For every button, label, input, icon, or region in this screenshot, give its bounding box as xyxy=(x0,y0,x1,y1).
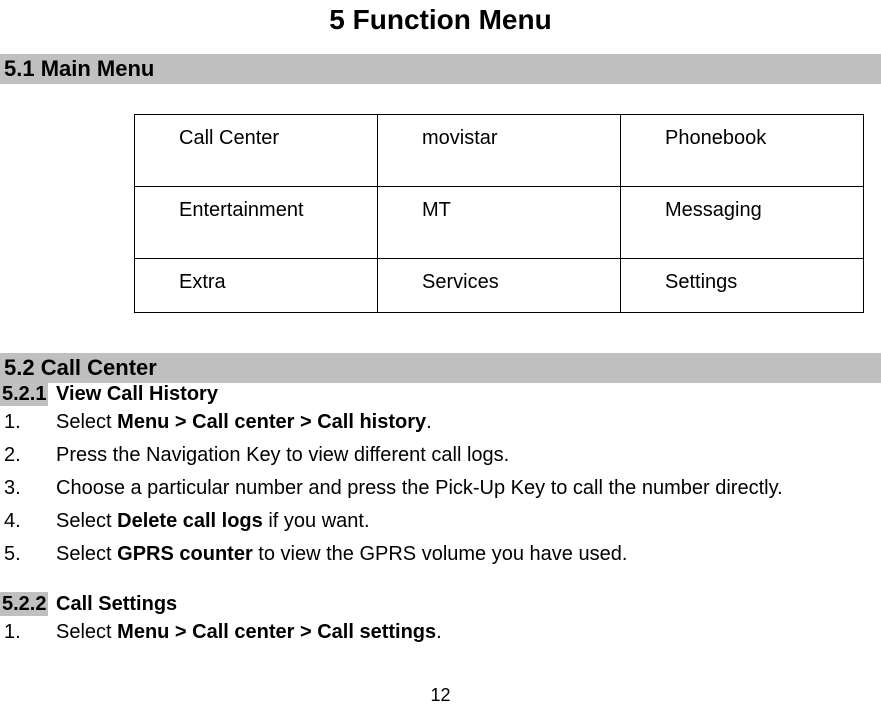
list-item: 3. Choose a particular number and press … xyxy=(0,472,881,505)
steps-list-5-2-2: 1. Select Menu > Call center > Call sett… xyxy=(0,616,881,649)
step-number: 2. xyxy=(4,442,56,469)
step-number: 1. xyxy=(4,619,56,646)
step-text: Choose a particular number and press the… xyxy=(56,475,881,502)
subsection-heading-5-2-2: 5.2.2 Call Settings xyxy=(0,593,881,616)
menu-cell-movistar: movistar xyxy=(378,115,621,187)
subsection-number: 5.2.2 xyxy=(0,592,48,616)
table-row: Entertainment MT Messaging xyxy=(135,187,864,259)
list-item: 1. Select Menu > Call center > Call hist… xyxy=(0,406,881,439)
main-menu-table: Call Center movistar Phonebook Entertain… xyxy=(134,114,864,313)
step-text: Select Menu > Call center > Call setting… xyxy=(56,619,881,646)
menu-cell-mt: MT xyxy=(378,187,621,259)
section-heading-5-1: 5.1 Main Menu xyxy=(0,54,881,84)
steps-list-5-2-1: 1. Select Menu > Call center > Call hist… xyxy=(0,406,881,571)
step-text: Select Delete call logs if you want. xyxy=(56,508,881,535)
list-item: 4. Select Delete call logs if you want. xyxy=(0,505,881,538)
step-number: 4. xyxy=(4,508,56,535)
chapter-title: 5 Function Menu xyxy=(0,4,881,36)
step-number: 1. xyxy=(4,409,56,436)
list-item: 1. Select Menu > Call center > Call sett… xyxy=(0,616,881,649)
menu-cell-phonebook: Phonebook xyxy=(621,115,864,187)
step-number: 5. xyxy=(4,541,56,568)
menu-cell-messaging: Messaging xyxy=(621,187,864,259)
menu-cell-call-center: Call Center xyxy=(135,115,378,187)
step-number: 3. xyxy=(4,475,56,502)
subsection-title: View Call History xyxy=(48,383,217,405)
menu-cell-settings: Settings xyxy=(621,259,864,313)
table-row: Call Center movistar Phonebook xyxy=(135,115,864,187)
subsection-number: 5.2.1 xyxy=(0,382,48,406)
subsection-heading-5-2-1: 5.2.1 View Call History xyxy=(0,383,881,406)
table-row: Extra Services Settings xyxy=(135,259,864,313)
page-number: 12 xyxy=(0,685,881,706)
menu-cell-services: Services xyxy=(378,259,621,313)
list-item: 2. Press the Navigation Key to view diff… xyxy=(0,439,881,472)
step-text: Select GPRS counter to view the GPRS vol… xyxy=(56,541,881,568)
section-heading-5-2: 5.2 Call Center xyxy=(0,353,881,383)
step-text: Select Menu > Call center > Call history… xyxy=(56,409,881,436)
menu-cell-entertainment: Entertainment xyxy=(135,187,378,259)
menu-cell-extra: Extra xyxy=(135,259,378,313)
step-text: Press the Navigation Key to view differe… xyxy=(56,442,881,469)
subsection-title: Call Settings xyxy=(48,593,177,615)
list-item: 5. Select GPRS counter to view the GPRS … xyxy=(0,538,881,571)
